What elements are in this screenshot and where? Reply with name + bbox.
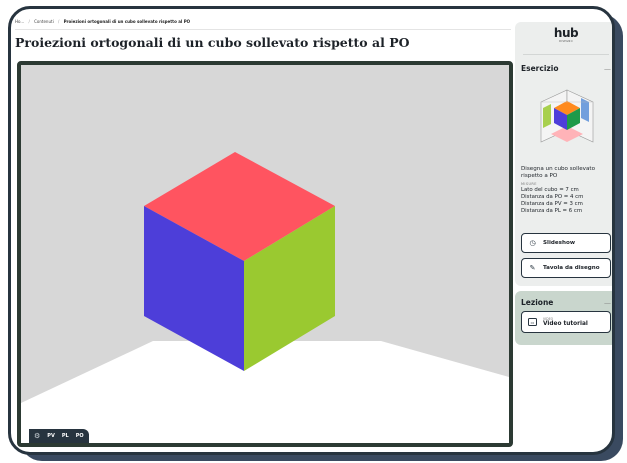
header-divider: [15, 29, 511, 30]
collapse-icon[interactable]: —: [604, 299, 611, 307]
gear-icon[interactable]: ⚙: [34, 432, 40, 440]
exercise-description: Disegna un cubo sollevato rispetto a PO …: [521, 166, 612, 215]
breadcrumb-current: Proiezioni ortogonali di un cubo solleva…: [63, 19, 191, 24]
drawing-board-button[interactable]: ✎ Tavola da disegno: [521, 258, 611, 278]
exercise-panel: hub DISEGNO Esercizio — Disegna un cubo …: [515, 22, 612, 286]
logo-subtext: DISEGNO: [559, 40, 573, 43]
view-toolbar: ⚙ PV PL PO: [29, 429, 89, 443]
page-title: Proiezioni ortogonali di un cubo solleva…: [15, 35, 410, 50]
lesson-header[interactable]: Lezione —: [521, 298, 611, 307]
play-circle-icon: ◷: [529, 239, 536, 247]
video-label: Video tutorial: [543, 320, 588, 327]
view-pv-button[interactable]: PV: [47, 433, 55, 439]
breadcrumb-contents[interactable]: Contenuti: [34, 19, 54, 24]
lesson-heading: Lezione: [521, 298, 554, 307]
slideshow-label: Slideshow: [543, 240, 575, 246]
3d-scene[interactable]: [21, 65, 509, 443]
view-po-button[interactable]: PO: [76, 433, 84, 439]
breadcrumb-home[interactable]: Ho...: [15, 19, 24, 24]
slideshow-button[interactable]: ◷ Slideshow: [521, 233, 611, 253]
drawing-board-label: Tavola da disegno: [543, 265, 600, 271]
collapse-icon[interactable]: —: [604, 65, 611, 73]
measure-item: Distanza da PO = 4 cm: [521, 194, 584, 200]
exercise-header[interactable]: Esercizio —: [521, 64, 611, 73]
measure-item: Lato del cubo = 7 cm: [521, 187, 579, 193]
lesson-panel: Lezione — ▭ VIDEO Video tutorial: [515, 291, 612, 345]
video-icon: ▭: [528, 318, 537, 326]
app-window: Ho... / Contenuti / Proiezioni ortogonal…: [8, 6, 615, 455]
3d-viewer[interactable]: ⚙ PV PL PO: [17, 61, 513, 447]
measure-item: Distanza da PL = 6 cm: [521, 208, 583, 214]
logo-divider: [523, 54, 609, 55]
pencil-icon: ✎: [529, 264, 536, 272]
exercise-text: Disegna un cubo sollevato rispetto a PO: [521, 166, 595, 179]
logo-text: hub: [553, 26, 579, 40]
breadcrumb: Ho... / Contenuti / Proiezioni ortogonal…: [15, 19, 191, 24]
exercise-thumbnail: [540, 89, 594, 143]
measure-item: Distanza da PV = 3 cm: [521, 201, 583, 207]
view-pl-button[interactable]: PL: [62, 433, 69, 439]
hub-logo: hub DISEGNO: [553, 26, 579, 48]
exercise-heading: Esercizio: [521, 64, 559, 73]
video-tutorial-button[interactable]: ▭ VIDEO Video tutorial: [521, 311, 611, 333]
